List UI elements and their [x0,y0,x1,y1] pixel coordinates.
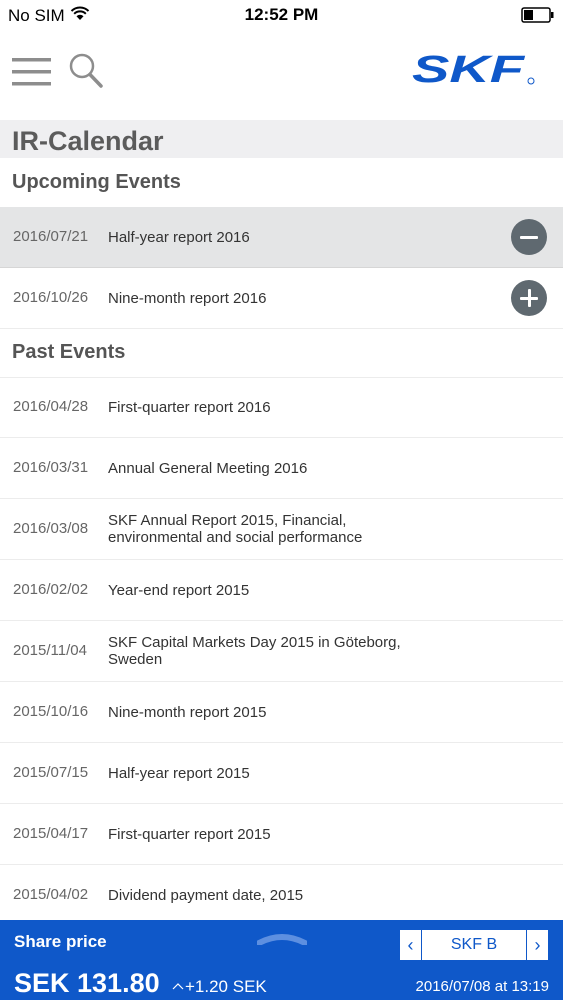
event-title: SKF Capital Markets Day 2015 in Göteborg… [108,634,401,668]
event-date: 2016/03/31 [13,459,89,476]
event-row[interactable]: 2016/04/28 First-quarter report 2016 [0,377,563,438]
event-title: Dividend payment date, 2015 [108,886,304,904]
event-title: Annual General Meeting 2016 [108,459,308,477]
event-title: Half-year report 2016 [108,228,250,246]
share-price-panel[interactable]: Share price ‹ SKF B › SEK 131.80 +1.20 S… [0,920,563,1000]
clock: 12:52 PM [244,5,319,24]
page-title: IR-Calendar [12,126,164,156]
event-row[interactable]: 2015/04/17 First-quarter report 2015 [0,804,563,865]
event-row[interactable]: 2016/10/26 Nine-month report 2016 [0,268,563,329]
price-timestamp: 2016/07/08 at 13:19 [415,978,549,995]
event-title: Nine-month report 2016 [108,289,267,307]
event-date: 2016/04/28 [13,398,89,415]
ticker-selector[interactable]: ‹ SKF B › [399,929,549,961]
svg-text:SKF: SKF [412,52,527,88]
hamburger-icon[interactable] [12,57,52,87]
event-row[interactable]: 2015/11/04 SKF Capital Markets Day 2015 … [0,621,563,682]
event-row[interactable]: 2016/07/21 Half-year report 2016 [0,207,563,268]
event-row[interactable]: 2016/03/08 SKF Annual Report 2015, Finan… [0,499,563,560]
event-date: 2015/04/02 [13,886,89,903]
event-row[interactable]: 2016/03/31 Annual General Meeting 2016 [0,438,563,499]
ticker-symbol: SKF B [450,936,498,953]
event-title: Half-year report 2015 [108,764,250,782]
event-date: 2016/10/26 [13,289,89,306]
event-date: 2016/02/02 [13,581,89,598]
share-price-label: Share price [14,932,107,951]
nav-bar: SKF [0,30,563,120]
previous-ticker-button[interactable]: ‹ [400,930,422,960]
up-arrow-icon [172,983,184,990]
event-date: 2015/11/04 [13,642,87,659]
status-bar: No SIM 12:52 PM [0,0,563,30]
past-events-header: Past Events [0,328,563,378]
event-title: First-quarter report 2016 [108,398,271,416]
upcoming-events-heading: Upcoming Events [12,171,181,193]
event-row[interactable]: 2015/10/16 Nine-month report 2015 [0,682,563,743]
battery-icon [521,7,554,23]
event-date: 2015/10/16 [13,703,89,720]
search-icon[interactable] [68,52,104,90]
event-title: Nine-month report 2015 [108,703,267,721]
event-row[interactable]: 2015/07/15 Half-year report 2015 [0,743,563,804]
share-price-value: SEK 131.80 [14,968,160,998]
past-events-heading: Past Events [12,341,126,363]
event-row[interactable]: 2015/04/02 Dividend payment date, 2015 [0,865,563,926]
skf-logo: SKF [412,52,535,88]
price-change: +1.20 SEK [185,977,267,996]
event-date: 2015/04/17 [13,825,89,842]
add-event-button[interactable] [511,280,547,316]
event-date: 2016/07/21 [13,228,89,245]
event-date: 2015/07/15 [13,764,89,781]
remove-event-button[interactable] [511,219,547,255]
upcoming-events-header: Upcoming Events [0,158,563,208]
event-date: 2016/03/08 [13,520,89,537]
event-row[interactable]: 2016/02/02 Year-end report 2015 [0,560,563,621]
event-title: SKF Annual Report 2015, Financial, envir… [108,512,363,546]
event-title: Year-end report 2015 [108,581,250,599]
page-title-bar: IR-Calendar [0,120,563,158]
next-ticker-button[interactable]: › [526,930,548,960]
event-title: First-quarter report 2015 [108,825,271,843]
drag-handle-icon[interactable] [257,933,307,945]
